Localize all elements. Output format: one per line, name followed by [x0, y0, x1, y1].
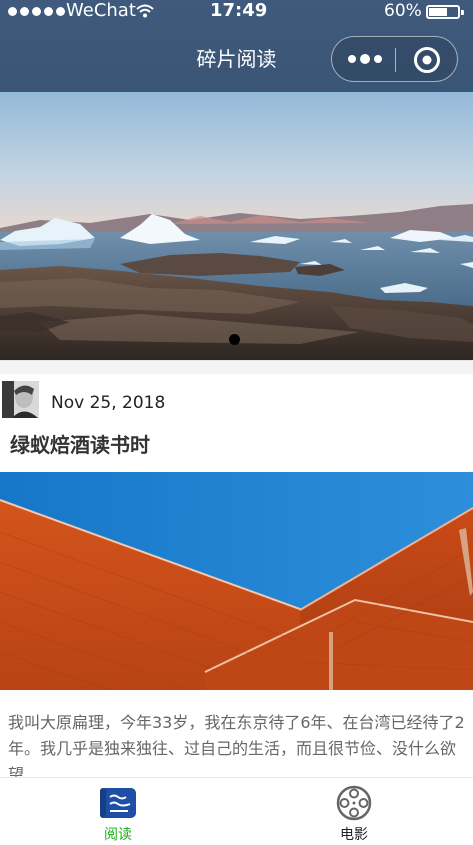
banner-image-arctic-lake[interactable] [0, 92, 473, 360]
tab-movie-label: 电影 [340, 827, 368, 843]
swiper-indicator-dot[interactable] [229, 334, 240, 345]
wifi-icon [136, 4, 154, 18]
close-mini-program-icon[interactable] [413, 46, 441, 74]
banner-swiper[interactable] [0, 92, 473, 360]
carrier-name: WeChat [66, 0, 136, 21]
author-avatar[interactable] [2, 381, 39, 418]
status-time: 17:49 [210, 0, 268, 21]
battery-percentage: 60% [384, 1, 422, 21]
battery-icon [426, 5, 464, 19]
tab-bar: 阅读 电影 [0, 777, 473, 844]
post-cover-image[interactable] [0, 472, 473, 690]
more-options-icon[interactable] [346, 49, 384, 69]
mini-program-capsule [331, 36, 458, 82]
tab-read-label: 阅读 [104, 827, 132, 843]
top-bar: WeChat 17:49 60% 碎片阅读 [0, 0, 473, 92]
post-excerpt: 我叫大原扁理，今年33岁，我在东京待了6年、在台湾已经待了2年。我几乎是独来独往… [8, 713, 465, 777]
post-cover-building-image [0, 472, 473, 690]
book-icon [100, 788, 136, 818]
capsule-divider [395, 48, 396, 72]
post-title[interactable]: 绿蚁焙酒读书时 [10, 432, 150, 458]
post-author-row: Nov 25, 2018 [0, 379, 473, 419]
tab-movie[interactable]: 电影 [236, 778, 472, 845]
post-date: Nov 25, 2018 [51, 393, 166, 413]
film-reel-icon [336, 785, 372, 821]
author-avatar-image [2, 381, 39, 418]
section-divider [0, 360, 473, 374]
status-bar: WeChat 17:49 60% [0, 0, 473, 24]
tab-read[interactable]: 阅读 [0, 778, 236, 845]
signal-strength-icon [8, 7, 65, 16]
